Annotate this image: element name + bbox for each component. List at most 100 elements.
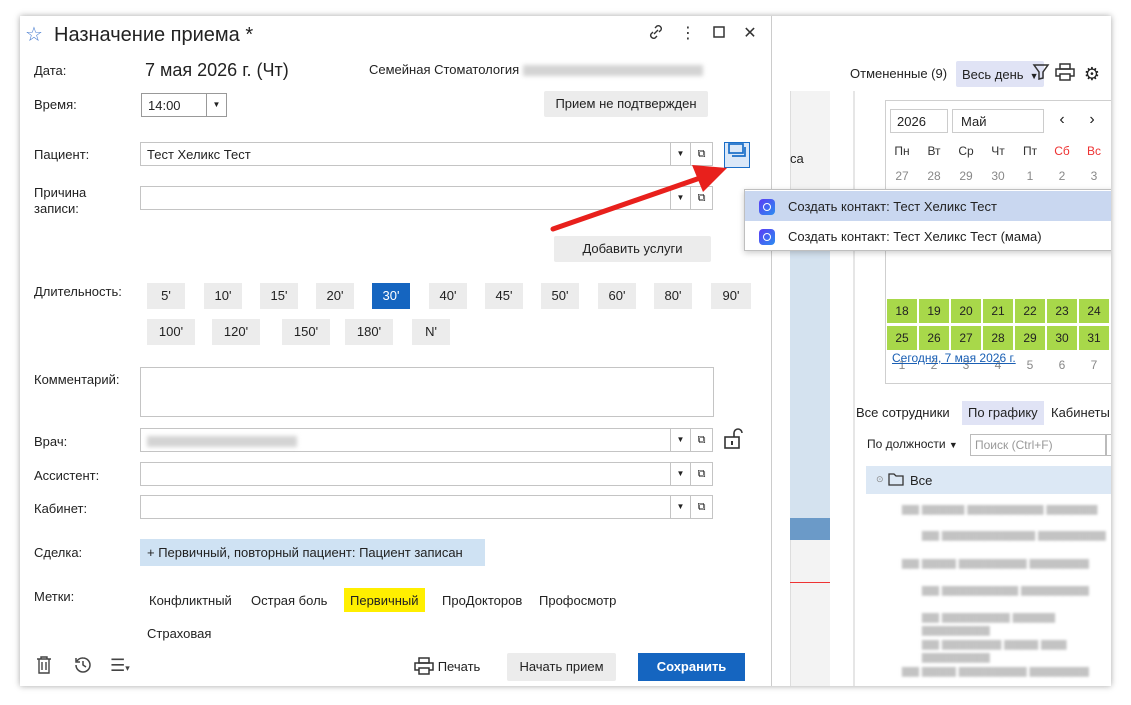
tag-primary[interactable]: Первичный bbox=[344, 588, 425, 612]
calendar-day[interactable]: 30 bbox=[983, 164, 1013, 188]
duration-option[interactable]: 60' bbox=[598, 283, 636, 309]
calendar-day[interactable]: 31 bbox=[1079, 326, 1109, 350]
print-button[interactable]: Печать bbox=[404, 653, 490, 681]
open-window-icon[interactable]: ⧉ bbox=[690, 143, 712, 165]
chevron-down-icon[interactable]: ▼ bbox=[670, 143, 690, 165]
calendar-day[interactable]: 3 bbox=[1079, 164, 1109, 188]
tag-insurance[interactable]: Страховая bbox=[141, 621, 217, 645]
calendar-day[interactable]: 24 bbox=[1079, 299, 1109, 323]
calendar-day[interactable]: 5 bbox=[1015, 353, 1045, 377]
tree-staff-row[interactable]: ▆▆ ▆▆▆▆▆▆▆ ▆▆▆▆ ▆▆▆ ▆▆▆▆▆▆▆▆ bbox=[922, 637, 1111, 663]
calendar-day[interactable]: 7 bbox=[1079, 353, 1109, 377]
duration-option[interactable]: 40' bbox=[429, 283, 467, 309]
menu-item-create-contact-mother[interactable]: Создать контакт: Тест Хеликс Тест (мама) bbox=[745, 221, 1111, 251]
tree-staff-row[interactable]: ▆▆ ▆▆▆▆▆▆▆▆▆ ▆▆▆▆▆▆▆▆ bbox=[922, 583, 1089, 596]
calendar-month-select[interactable]: Май bbox=[952, 109, 1044, 133]
deal-value[interactable]: + Первичный, повторный пациент: Пациент … bbox=[140, 539, 485, 566]
calendar-day[interactable]: 29 bbox=[1015, 326, 1045, 350]
open-window-icon[interactable]: ⧉ bbox=[690, 463, 712, 485]
calendar-day[interactable]: 19 bbox=[919, 299, 949, 323]
comment-field[interactable] bbox=[140, 367, 714, 417]
tab-cabinets[interactable]: Кабинеты bbox=[1045, 401, 1111, 425]
tag-acute-pain[interactable]: Острая боль bbox=[245, 588, 333, 612]
unlock-icon[interactable] bbox=[723, 428, 743, 455]
calendar-day[interactable]: 20 bbox=[951, 299, 981, 323]
duration-option[interactable]: 15' bbox=[260, 283, 298, 309]
position-filter[interactable]: По должности ▼ bbox=[867, 437, 958, 451]
duration-option[interactable]: 90' bbox=[711, 283, 751, 309]
start-appointment-button[interactable]: Начать прием bbox=[507, 653, 616, 681]
chevron-right-icon[interactable]: › bbox=[1080, 109, 1104, 133]
calendar-day[interactable]: 29 bbox=[951, 164, 981, 188]
star-icon[interactable]: ☆ bbox=[25, 22, 43, 47]
chevron-down-icon[interactable]: ▼ bbox=[670, 496, 690, 518]
calendar-day[interactable]: 6 bbox=[1047, 353, 1077, 377]
create-contact-button[interactable] bbox=[724, 142, 750, 168]
calendar-year-select[interactable]: 2026 bbox=[890, 109, 948, 133]
history-icon[interactable] bbox=[73, 656, 93, 679]
open-window-icon[interactable]: ⧉ bbox=[690, 496, 712, 518]
calendar-day[interactable]: 30 bbox=[1047, 326, 1077, 350]
chevron-down-icon[interactable]: ▼ bbox=[670, 463, 690, 485]
maximize-icon[interactable] bbox=[708, 23, 730, 45]
duration-option[interactable]: 5' bbox=[147, 283, 185, 309]
more-options-icon[interactable]: ⋮ bbox=[677, 23, 699, 45]
duration-option[interactable]: N' bbox=[412, 319, 450, 345]
calendar-day[interactable]: 28 bbox=[919, 164, 949, 188]
calendar-day[interactable]: 2 bbox=[1047, 164, 1077, 188]
appointment-block-selected[interactable] bbox=[790, 518, 830, 540]
chevron-left-icon[interactable]: ‹ bbox=[1050, 109, 1074, 133]
duration-option[interactable]: 120' bbox=[212, 319, 260, 345]
menu-icon[interactable]: ☰▾ bbox=[110, 656, 130, 676]
calendar-day[interactable]: 28 bbox=[983, 326, 1013, 350]
patient-field[interactable]: Тест Хеликс Тест ▼ ⧉ bbox=[140, 142, 713, 166]
time-select[interactable]: 14:00 ▼ bbox=[141, 93, 227, 117]
tree-staff-row[interactable]: ▆▆ ▆▆▆▆▆▆▆▆ ▆▆▆▆▆ ▆▆▆▆▆▆▆▆ bbox=[922, 610, 1111, 636]
duration-option[interactable]: 30' bbox=[372, 283, 410, 309]
tree-group-row[interactable]: ▆▆ ▆▆▆▆▆ ▆▆▆▆▆▆▆▆▆ ▆▆▆▆▆▆ bbox=[902, 502, 1097, 515]
save-button[interactable]: Сохранить bbox=[638, 653, 745, 681]
duration-option[interactable]: 180' bbox=[345, 319, 393, 345]
tree-group-row[interactable]: ▆▆ ▆▆▆▆ ▆▆▆▆▆▆▆▆ ▆▆▆▆▆▆▆ bbox=[902, 664, 1089, 677]
add-services-button[interactable]: Добавить услуги bbox=[554, 236, 711, 262]
assistant-field[interactable]: ▼ ⧉ bbox=[140, 462, 713, 486]
calendar-day[interactable]: 27 bbox=[887, 164, 917, 188]
calendar-day[interactable]: 18 bbox=[887, 299, 917, 323]
menu-item-create-contact[interactable]: Создать контакт: Тест Хеликс Тест bbox=[745, 191, 1111, 221]
close-icon[interactable]: ✕ bbox=[1106, 434, 1111, 456]
cabinet-field[interactable]: ▼ ⧉ bbox=[140, 495, 713, 519]
tag-checkup[interactable]: Профосмотр bbox=[533, 588, 622, 612]
duration-option[interactable]: 50' bbox=[541, 283, 579, 309]
duration-option[interactable]: 10' bbox=[204, 283, 242, 309]
calendar-day[interactable]: 21 bbox=[983, 299, 1013, 323]
chevron-down-icon[interactable]: ▼ bbox=[670, 187, 690, 209]
duration-option[interactable]: 80' bbox=[654, 283, 692, 309]
expand-icon[interactable]: ⊙ bbox=[876, 474, 884, 485]
tag-conflict[interactable]: Конфликтный bbox=[143, 588, 238, 612]
trash-icon[interactable] bbox=[36, 656, 52, 679]
open-window-icon[interactable]: ⧉ bbox=[690, 187, 712, 209]
close-icon[interactable]: ✕ bbox=[739, 23, 761, 45]
tree-staff-row[interactable]: ▆▆ ▆▆▆▆▆▆▆▆▆▆▆ ▆▆▆▆▆▆▆▆ bbox=[922, 528, 1106, 541]
calendar-day[interactable]: 25 bbox=[887, 326, 917, 350]
calendar-day[interactable]: 1 bbox=[1015, 164, 1045, 188]
staff-search-input[interactable]: Поиск (Ctrl+F) bbox=[970, 434, 1106, 456]
cancelled-count[interactable]: Отмененные (9) bbox=[850, 66, 947, 81]
reason-field[interactable]: ▼ ⧉ bbox=[140, 186, 713, 210]
open-window-icon[interactable]: ⧉ bbox=[690, 429, 712, 451]
date-value[interactable]: 7 мая 2026 г. (Чт) bbox=[145, 60, 289, 81]
calendar-day[interactable]: 26 bbox=[919, 326, 949, 350]
duration-option[interactable]: 45' bbox=[485, 283, 523, 309]
filter-icon[interactable] bbox=[1030, 63, 1052, 85]
tab-all-staff[interactable]: Все сотрудники bbox=[850, 401, 956, 425]
link-icon[interactable] bbox=[645, 23, 667, 45]
calendar-day[interactable]: 22 bbox=[1015, 299, 1045, 323]
duration-option[interactable]: 150' bbox=[282, 319, 330, 345]
tab-by-schedule[interactable]: По графику bbox=[962, 401, 1044, 425]
doctor-field[interactable]: ▼ ⧉ bbox=[140, 428, 713, 452]
calendar-day[interactable]: 23 bbox=[1047, 299, 1077, 323]
today-link[interactable]: Сегодня, 7 мая 2026 г. bbox=[892, 351, 1016, 365]
duration-option[interactable]: 100' bbox=[147, 319, 195, 345]
appointment-block[interactable] bbox=[790, 246, 830, 518]
duration-option[interactable]: 20' bbox=[316, 283, 354, 309]
